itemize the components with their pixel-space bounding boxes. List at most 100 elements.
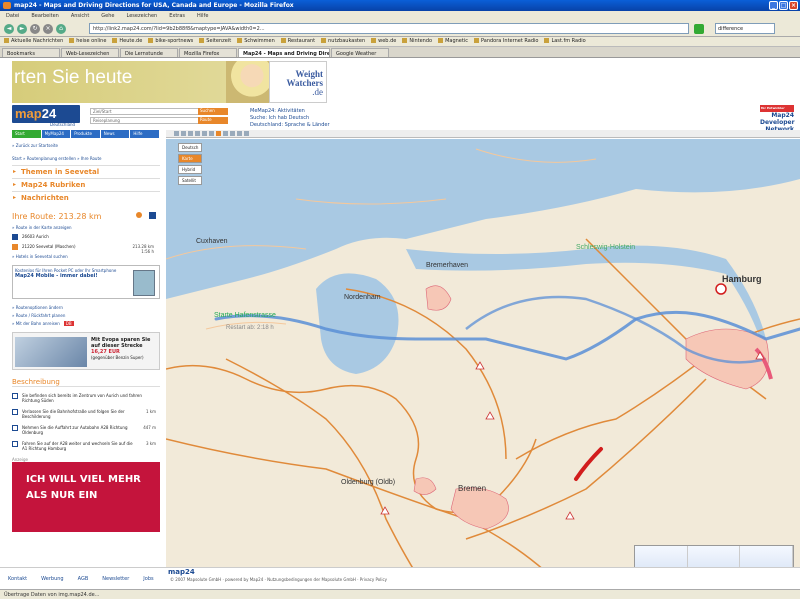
- zoom-in-icon[interactable]: [181, 131, 186, 136]
- status-bar: Übertrage Daten von img.map24.de...: [0, 589, 800, 599]
- route-tool-icon[interactable]: [216, 131, 221, 136]
- bookmark-item[interactable]: Last.fm Radio: [544, 38, 585, 45]
- bookmark-item[interactable]: Seitenzeit: [199, 38, 231, 45]
- go-icon[interactable]: [694, 23, 704, 34]
- map-type-satellite[interactable]: Satellit: [178, 176, 202, 185]
- nav-produkte[interactable]: Produkte: [71, 130, 101, 138]
- home-map-icon[interactable]: [195, 131, 200, 136]
- train-link[interactable]: » Mit der Bahn anreisen DB: [12, 321, 160, 326]
- bookmark-item[interactable]: Restaurant: [281, 38, 315, 45]
- bookmark-item[interactable]: bike-sportnews: [148, 38, 193, 45]
- reload-icon[interactable]: ↻: [30, 23, 40, 34]
- return-route-link[interactable]: » Route / Rückfahrt planen: [12, 313, 160, 318]
- tab-bar: Bookmarks Web-Lesezeichen Die Lernstunde…: [0, 47, 800, 58]
- map-toolbar: [166, 130, 800, 138]
- weightwatchers-logo: Weight Watchers .de: [269, 61, 327, 103]
- header-link[interactable]: Suche: Ich hab Deutsch: [250, 115, 330, 122]
- menu-tools[interactable]: Extras: [169, 13, 185, 19]
- zoom-out-icon[interactable]: [174, 131, 179, 136]
- browser-tab[interactable]: Google Weather: [331, 48, 389, 57]
- menu-view[interactable]: Ansicht: [71, 13, 89, 19]
- start-flag-icon: [12, 234, 18, 240]
- bookmark-item[interactable]: Schwimmen: [237, 38, 275, 45]
- fullscreen-icon[interactable]: [244, 131, 249, 136]
- nav-news[interactable]: News: [101, 130, 131, 138]
- header-link[interactable]: Deutschland: Sprache & Länder: [250, 122, 330, 129]
- header-link[interactable]: MeMap24: Aktivitäten: [250, 108, 330, 115]
- pan-icon[interactable]: [188, 131, 193, 136]
- bookmark-item[interactable]: web.de: [371, 38, 396, 45]
- minimize-button[interactable]: _: [769, 1, 778, 10]
- close-button[interactable]: ×: [789, 1, 798, 10]
- map24-logo[interactable]: map24: [12, 105, 80, 123]
- browser-tab[interactable]: Die Lernstunde: [120, 48, 178, 57]
- back-icon[interactable]: ◄: [4, 23, 14, 34]
- route-field[interactable]: Reiseplanung: [90, 117, 200, 124]
- email-icon[interactable]: [209, 131, 214, 136]
- menu-bookmarks[interactable]: Lesezeichen: [127, 13, 158, 19]
- section-nachrichten[interactable]: Nachrichten: [12, 191, 160, 204]
- menu-help[interactable]: Hilfe: [197, 13, 208, 19]
- firefox-icon: [3, 2, 11, 9]
- speaker-icon[interactable]: [136, 212, 142, 218]
- section-themen[interactable]: Themen in Seevetal: [12, 165, 160, 178]
- sidebar: » Zurück zur Startseite Start » Routenpl…: [12, 140, 160, 570]
- back-link[interactable]: » Zurück zur Startseite: [12, 143, 160, 148]
- footer-link-kontakt[interactable]: Kontakt: [8, 576, 27, 582]
- bookmark-item[interactable]: Heute.de: [112, 38, 142, 45]
- nav-mymap24[interactable]: MyMap24: [42, 130, 72, 138]
- label-brunsbuttel: Schleswig-Holstein: [576, 244, 635, 251]
- measure-icon[interactable]: [230, 131, 235, 136]
- bookmark-item[interactable]: Pandora Internet Radio: [474, 38, 538, 45]
- layers-icon[interactable]: [237, 131, 242, 136]
- map-type-map[interactable]: Karte: [178, 154, 202, 163]
- destination-field[interactable]: Ziel/Start: [90, 108, 200, 115]
- maximize-button[interactable]: □: [779, 1, 788, 10]
- bookmark-item[interactable]: Magnetic: [438, 38, 468, 45]
- footer-link-jobs[interactable]: Jobs: [143, 576, 153, 582]
- bookmark-item[interactable]: Aktuelle Nachrichten: [4, 38, 63, 45]
- map-view[interactable]: Hamburg Bremerhaven Oldenburg (Oldb) Bre…: [166, 139, 800, 589]
- search-input[interactable]: difference: [715, 23, 775, 34]
- label-bremen: Bremen: [458, 484, 486, 493]
- map-canvas[interactable]: Hamburg Bremerhaven Oldenburg (Oldb) Bre…: [166, 139, 800, 589]
- section-rubriken[interactable]: Map24 Rubriken: [12, 178, 160, 191]
- ad-banner[interactable]: rten Sie heute Weight Watchers .de: [12, 61, 327, 103]
- nav-hilfe[interactable]: Hilfe: [130, 130, 160, 138]
- footer-link-agb[interactable]: AGB: [78, 576, 89, 582]
- address-bar[interactable]: http://link2.map24.com/?lid=9b2b88f8&map…: [89, 23, 689, 34]
- red-ad[interactable]: ICH WILL VIEL MEHR ALS NUR EIN: [12, 462, 160, 532]
- bookmark-item[interactable]: heise online: [69, 38, 106, 45]
- footer-link-newsletter[interactable]: Newsletter: [102, 576, 129, 582]
- footer-link-werbung[interactable]: Werbung: [41, 576, 63, 582]
- browser-tab[interactable]: Web-Lesezeichen: [61, 48, 119, 57]
- home-icon[interactable]: ⌂: [56, 23, 66, 34]
- browser-tab[interactable]: Mozilla Firefox: [179, 48, 237, 57]
- mobile-ad[interactable]: Kostenlos für Ihren Pocket PC oder Ihr S…: [12, 265, 160, 299]
- route-options-link[interactable]: » Routenoptionen ändern: [12, 305, 160, 310]
- menu-file[interactable]: Datei: [6, 13, 19, 19]
- menu-go[interactable]: Gehe: [101, 13, 114, 19]
- developer-network-link[interactable]: für EntwicklerMap24DeveloperNetwork: [760, 105, 795, 133]
- fuel-ad[interactable]: Mit Evopa sparen Sie auf dieser Strecke …: [12, 332, 160, 370]
- search-button[interactable]: Suchen: [198, 108, 228, 115]
- print-icon[interactable]: [202, 131, 207, 136]
- forward-icon[interactable]: ►: [17, 23, 27, 34]
- route-title: Ihre Route: 213.28 km: [12, 212, 160, 221]
- language-select[interactable]: Deutsch: [178, 143, 202, 152]
- bookmark-item[interactable]: nutzbaukasten: [321, 38, 365, 45]
- nav-start[interactable]: Start: [12, 130, 42, 138]
- menu-edit[interactable]: Bearbeiten: [31, 13, 58, 19]
- hotel-link[interactable]: » Hotels in Seevetal suchen: [12, 254, 160, 259]
- header-links: MeMap24: Aktivitäten Suche: Ich hab Deut…: [250, 108, 330, 129]
- show-route-link[interactable]: » Route in der Karte anzeigen: [12, 225, 160, 230]
- bookmark-item[interactable]: Nintendo: [402, 38, 432, 45]
- stop-icon[interactable]: ×: [43, 23, 53, 34]
- route-button[interactable]: Route: [198, 117, 228, 124]
- browser-tab-active[interactable]: Map24 - Maps and Driving Directions: [238, 48, 330, 57]
- logo-subtitle: Deutschland: [50, 122, 76, 127]
- print-icon[interactable]: [149, 212, 156, 219]
- info-icon[interactable]: [223, 131, 228, 136]
- browser-tab[interactable]: Bookmarks: [2, 48, 60, 57]
- map-type-hybrid[interactable]: Hybrid: [178, 165, 202, 174]
